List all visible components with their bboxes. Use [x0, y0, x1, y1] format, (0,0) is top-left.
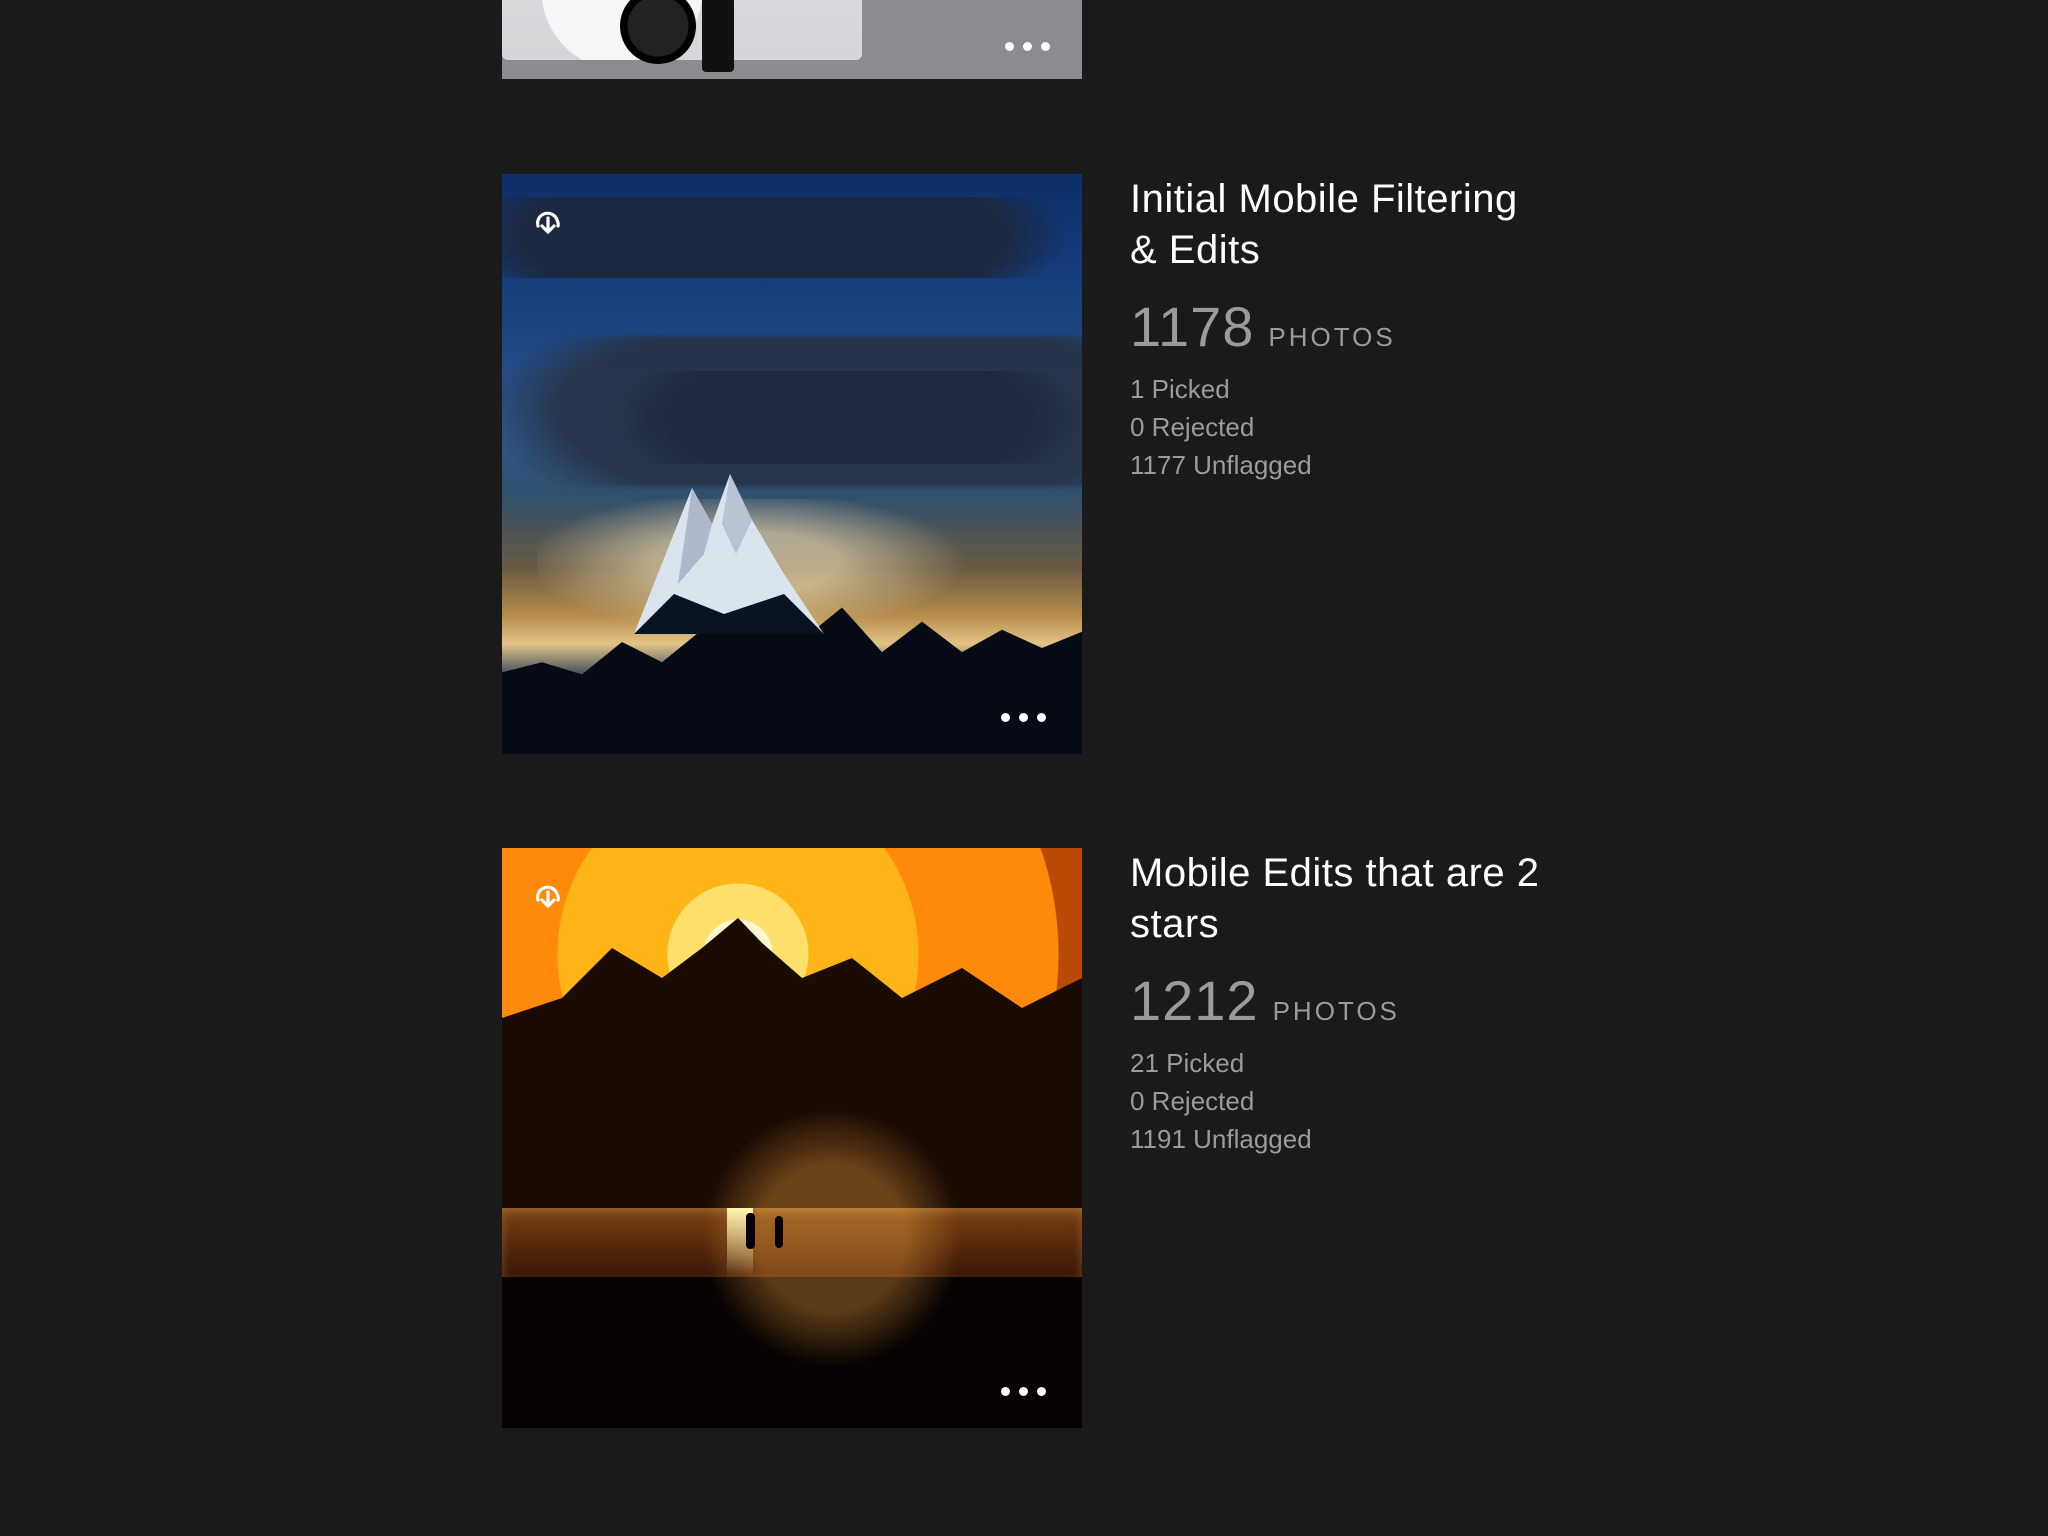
- thumbnail-image: [502, 848, 1082, 1428]
- photo-count-label: PHOTOS: [1268, 322, 1395, 353]
- picked-count: 1 Picked: [1130, 371, 1550, 409]
- photo-count-label: PHOTOS: [1273, 996, 1400, 1027]
- collection-meta: Initial Mobile Filtering & Edits 1178 PH…: [1130, 174, 1550, 484]
- rejected-count: 0 Rejected: [1130, 409, 1550, 447]
- thumbnail-image: [502, 174, 1082, 754]
- thumbnail-image: [502, 0, 1082, 79]
- collection-thumbnail[interactable]: [502, 174, 1082, 754]
- collection-thumbnail[interactable]: [502, 848, 1082, 1428]
- photo-count: 1178 PHOTOS: [1130, 294, 1550, 359]
- unflagged-count: 1191 Unflagged: [1130, 1121, 1550, 1159]
- collection-row: Mobile Edits that are 2 stars 1212 PHOTO…: [502, 848, 1550, 1428]
- cloud-download-icon[interactable]: [526, 198, 570, 242]
- rejected-count: 0 Rejected: [1130, 1083, 1550, 1121]
- more-options-icon[interactable]: [1001, 713, 1046, 722]
- photo-count-number: 1212: [1130, 968, 1259, 1033]
- collection-row: Initial Mobile Filtering & Edits 1178 PH…: [502, 174, 1550, 754]
- cloud-download-icon[interactable]: [526, 872, 570, 916]
- collection-meta: Mobile Edits that are 2 stars 1212 PHOTO…: [1130, 848, 1550, 1158]
- collection-row: [502, 0, 1082, 79]
- more-options-icon[interactable]: [1005, 42, 1050, 51]
- photo-count-number: 1178: [1130, 294, 1254, 359]
- more-options-icon[interactable]: [1001, 1387, 1046, 1396]
- picked-count: 21 Picked: [1130, 1045, 1550, 1083]
- unflagged-count: 1177 Unflagged: [1130, 447, 1550, 485]
- collection-title[interactable]: Initial Mobile Filtering & Edits: [1130, 174, 1550, 276]
- collection-thumbnail[interactable]: [502, 0, 1082, 79]
- photo-count: 1212 PHOTOS: [1130, 968, 1550, 1033]
- collection-title[interactable]: Mobile Edits that are 2 stars: [1130, 848, 1550, 950]
- collections-view: Initial Mobile Filtering & Edits 1178 PH…: [0, 0, 2048, 1536]
- thumbnail-image: [702, 0, 734, 72]
